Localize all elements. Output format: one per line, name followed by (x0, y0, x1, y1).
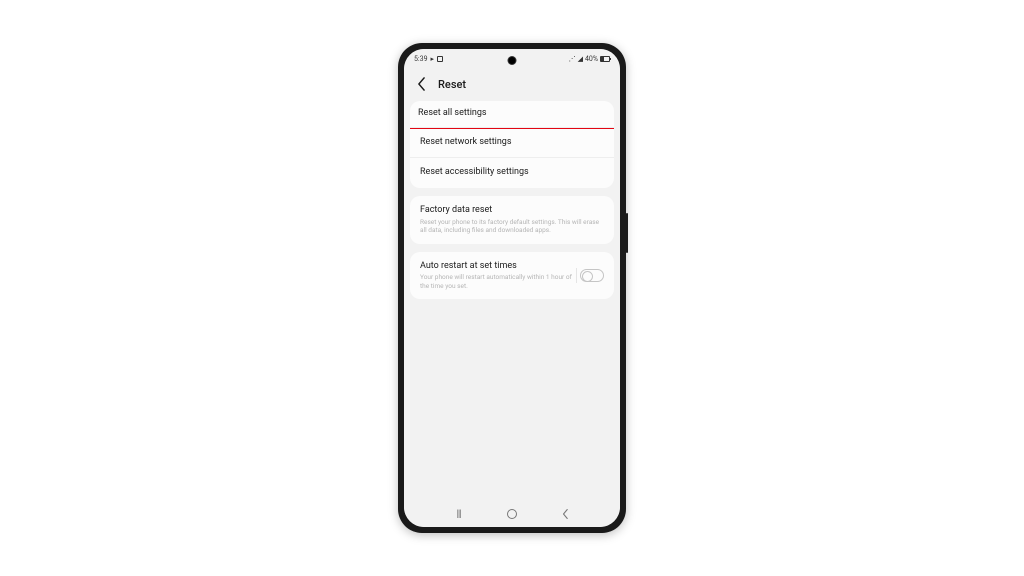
reset-options-card: Reset all settings Reset network setting… (410, 101, 614, 188)
page-title: Reset (438, 78, 466, 91)
home-icon (507, 509, 517, 519)
status-right: ⋰ ◢ 40% (569, 55, 610, 63)
phone-frame: 5:39 ▸ ⋰ ◢ 40% Reset (398, 43, 626, 533)
battery-icon (600, 56, 610, 62)
status-left: 5:39 ▸ (414, 55, 443, 63)
camera-cutout (508, 56, 517, 65)
video-icon: ▸ (431, 55, 435, 63)
battery-text: 40% (585, 55, 598, 63)
wifi-icon: ⋰ (569, 55, 576, 63)
recents-button[interactable]: ||| (447, 502, 471, 526)
factory-reset-card: Factory data reset Reset your phone to i… (410, 196, 614, 244)
back-button[interactable] (414, 77, 428, 91)
auto-restart-sub: Your phone will restart automatically wi… (420, 273, 574, 290)
status-app-icon (437, 56, 443, 62)
auto-restart-toggle[interactable] (580, 269, 604, 282)
navigation-bar: ||| (404, 501, 620, 527)
recents-icon: ||| (456, 509, 460, 520)
reset-accessibility-settings-label: Reset accessibility settings (420, 167, 604, 179)
reset-accessibility-settings-item[interactable]: Reset accessibility settings (410, 157, 614, 188)
factory-data-reset-item[interactable]: Factory data reset Reset your phone to i… (410, 196, 614, 244)
status-time: 5:39 (414, 55, 428, 63)
reset-network-settings-item[interactable]: Reset network settings (410, 127, 614, 158)
chevron-left-icon (417, 77, 426, 91)
content-area: Reset all settings Reset network setting… (404, 101, 620, 501)
auto-restart-label: Auto restart at set times (420, 261, 574, 273)
auto-restart-item[interactable]: Auto restart at set times Your phone wil… (410, 252, 614, 300)
home-button[interactable] (500, 502, 524, 526)
reset-network-settings-label: Reset network settings (420, 137, 604, 149)
screen: 5:39 ▸ ⋰ ◢ 40% Reset (404, 49, 620, 527)
reset-all-settings-item[interactable]: Reset all settings (410, 101, 614, 129)
factory-data-reset-sub: Reset your phone to its factory default … (420, 218, 604, 235)
chevron-left-icon (560, 508, 570, 520)
phone-side-button (626, 213, 628, 253)
factory-data-reset-label: Factory data reset (420, 205, 604, 217)
signal-icon: ◢ (578, 55, 583, 63)
back-nav-button[interactable] (553, 502, 577, 526)
toggle-divider (576, 268, 577, 283)
app-header: Reset (404, 69, 620, 101)
auto-restart-card: Auto restart at set times Your phone wil… (410, 252, 614, 300)
reset-all-settings-label: Reset all settings (418, 108, 606, 120)
